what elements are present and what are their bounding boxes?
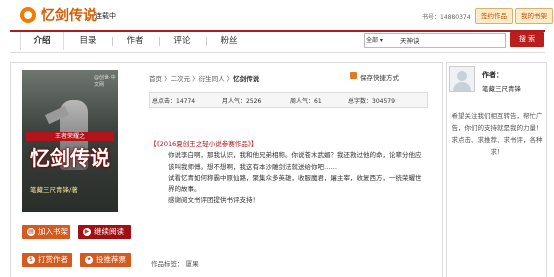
book-number: 书号：14880374 (422, 14, 471, 21)
cover-publisher-mark: @创世·中文网 (94, 75, 116, 88)
signed-works-button[interactable]: 签约作品 (475, 8, 513, 24)
author-sidebar (446, 62, 547, 277)
nav-divider (112, 37, 113, 46)
tab-reviews[interactable]: 评论 (164, 32, 200, 50)
tip-author-button[interactable]: $ 打赏作者 (22, 253, 72, 267)
search-scope-select[interactable]: 全部 ▾ (366, 35, 383, 44)
search-input[interactable]: 天神诀 (400, 35, 420, 45)
breadcrumb[interactable]: 首页 〉二次元 〉衍生同人 〉忆剑传说 (149, 73, 259, 83)
ticket-icon: ✦ (85, 256, 93, 264)
description-paragraph: 感谢阅文书评团提供书评支持！ (168, 196, 259, 205)
bookmark-icon[interactable] (350, 72, 357, 79)
recommend-vote-label: 投推荐票 (96, 255, 126, 264)
site-logo-title[interactable]: 忆剑传说 (41, 5, 97, 25)
cover-author: 笔藏三尺青锋/著 (30, 186, 78, 194)
book-cover[interactable]: @创世·中文网 王者荣耀之 忆剑传说 笔藏三尺青锋/著 (22, 70, 118, 212)
tab-author[interactable]: 作者 (117, 32, 153, 50)
description-paragraph: 你说李白啊，那我认识，我和他兄弟相称。你说苍木武媚？我还救过他的命，论辈分他应该… (168, 151, 422, 171)
book-description: 【《2016夏创王之轻小说参赛作品》】 你说李白啊，那我认识，我和他兄弟相称。你… (150, 139, 423, 207)
add-to-shelf-label: 加入书架 (38, 227, 68, 236)
nav-divider (206, 37, 207, 46)
cover-banner: 王者荣耀之 (26, 132, 114, 141)
description-highlight: 【《2016夏创王之轻小说参赛作品》】 (150, 140, 258, 148)
recommend-vote-button[interactable]: ✦ 投推荐票 (80, 253, 131, 267)
author-label: 作者： (482, 71, 503, 79)
stat-word-count: 总字数：304579 (348, 98, 395, 105)
breadcrumb-current: 忆剑传说 (233, 75, 260, 83)
tab-fans[interactable]: 粉丝 (211, 32, 247, 50)
tab-catalog[interactable]: 目录 (70, 32, 106, 50)
continue-reading-button[interactable]: ▶ 继续阅读 (78, 225, 131, 239)
continue-reading-label: 继续阅读 (94, 227, 124, 236)
logo-icon[interactable] (20, 7, 36, 23)
tab-intro[interactable]: 介绍 (20, 32, 64, 50)
search-button[interactable]: 搜 索 (510, 32, 544, 47)
description-paragraph: 试看忆青如何称霸中原仙路，聚集众多英雄，收服魔君，屠主宰，收复西方，一统荣耀世界… (168, 173, 422, 194)
book-tags-line: 作品标签： 厦果 (151, 260, 199, 268)
stat-week-popularity: 周人气：61 (290, 98, 322, 105)
my-bookshelf-button[interactable]: 我的书架 (515, 8, 553, 24)
stat-month-popularity: 月人气：2526 (222, 98, 262, 105)
nav-divider (159, 37, 160, 46)
add-to-shelf-button[interactable]: ▤ 加入书架 (22, 225, 70, 239)
tip-author-label: 打赏作者 (38, 255, 68, 264)
breadcrumb-path[interactable]: 首页 〉二次元 〉衍生同人 〉 (149, 75, 233, 83)
serial-status: 连载中 (95, 12, 116, 20)
author-avatar[interactable] (449, 66, 475, 92)
author-name-link[interactable]: 笔藏三尺青锋 (482, 83, 521, 93)
search-box (364, 33, 506, 48)
save-shortcut-link[interactable]: 保存快捷方式 (360, 72, 399, 82)
stat-total-clicks: 总点击：14774 (152, 98, 196, 105)
cover-title: 忆剑传说 (30, 146, 110, 170)
author-message: 希望关注我们相互转告，帮忙广告，你们的支持就是我的力量！求点击、求推荐、求书评，… (451, 112, 543, 156)
play-icon: ▶ (83, 228, 91, 236)
money-icon: $ (27, 256, 35, 264)
bookshelf-icon: ▤ (27, 228, 35, 236)
